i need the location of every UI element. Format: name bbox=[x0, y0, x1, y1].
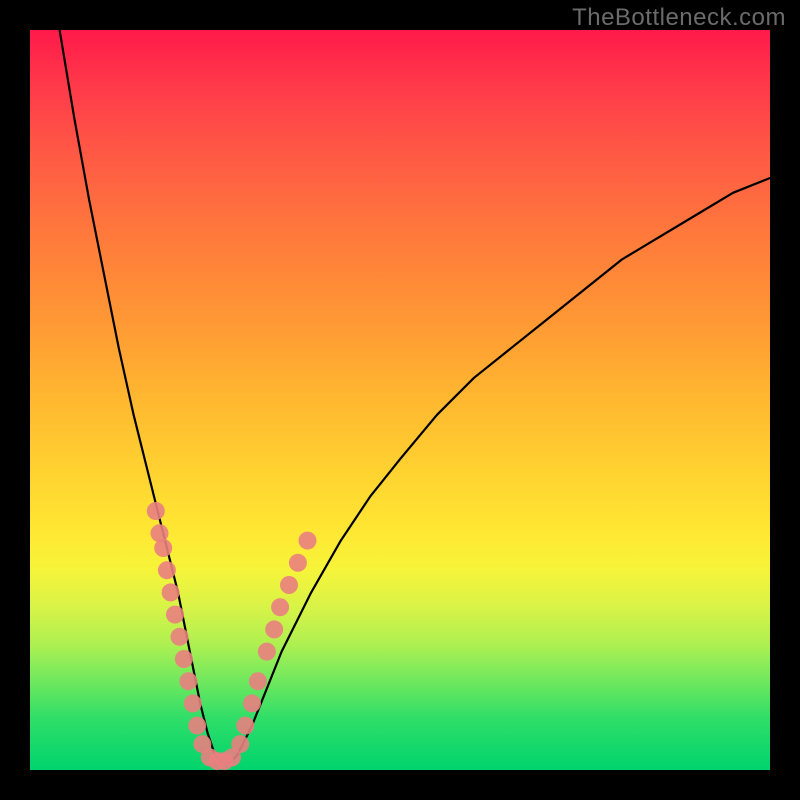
marker-dot bbox=[280, 576, 298, 594]
marker-dot bbox=[271, 598, 289, 616]
marker-dot bbox=[188, 717, 206, 735]
marker-dot bbox=[236, 717, 254, 735]
bottleneck-curve-path bbox=[60, 30, 770, 763]
watermark-text: TheBottleneck.com bbox=[572, 4, 786, 32]
marker-dot bbox=[158, 561, 176, 579]
marker-dot bbox=[289, 554, 307, 572]
marker-dot bbox=[231, 735, 249, 753]
chart-svg bbox=[30, 30, 770, 770]
plot-area bbox=[30, 30, 770, 770]
marker-dot bbox=[243, 694, 261, 712]
marker-dot bbox=[265, 620, 283, 638]
marker-cluster bbox=[147, 502, 317, 770]
marker-dot bbox=[171, 628, 189, 646]
marker-dot bbox=[162, 583, 180, 601]
marker-dot bbox=[299, 532, 317, 550]
bottleneck-curve bbox=[60, 30, 770, 763]
marker-dot bbox=[166, 606, 184, 624]
marker-dot bbox=[175, 650, 193, 668]
marker-dot bbox=[179, 672, 197, 690]
marker-dot bbox=[258, 643, 276, 661]
marker-dot bbox=[147, 502, 165, 520]
marker-dot bbox=[249, 672, 267, 690]
marker-dot bbox=[154, 539, 172, 557]
marker-dot bbox=[184, 694, 202, 712]
chart-frame: TheBottleneck.com bbox=[0, 0, 800, 800]
